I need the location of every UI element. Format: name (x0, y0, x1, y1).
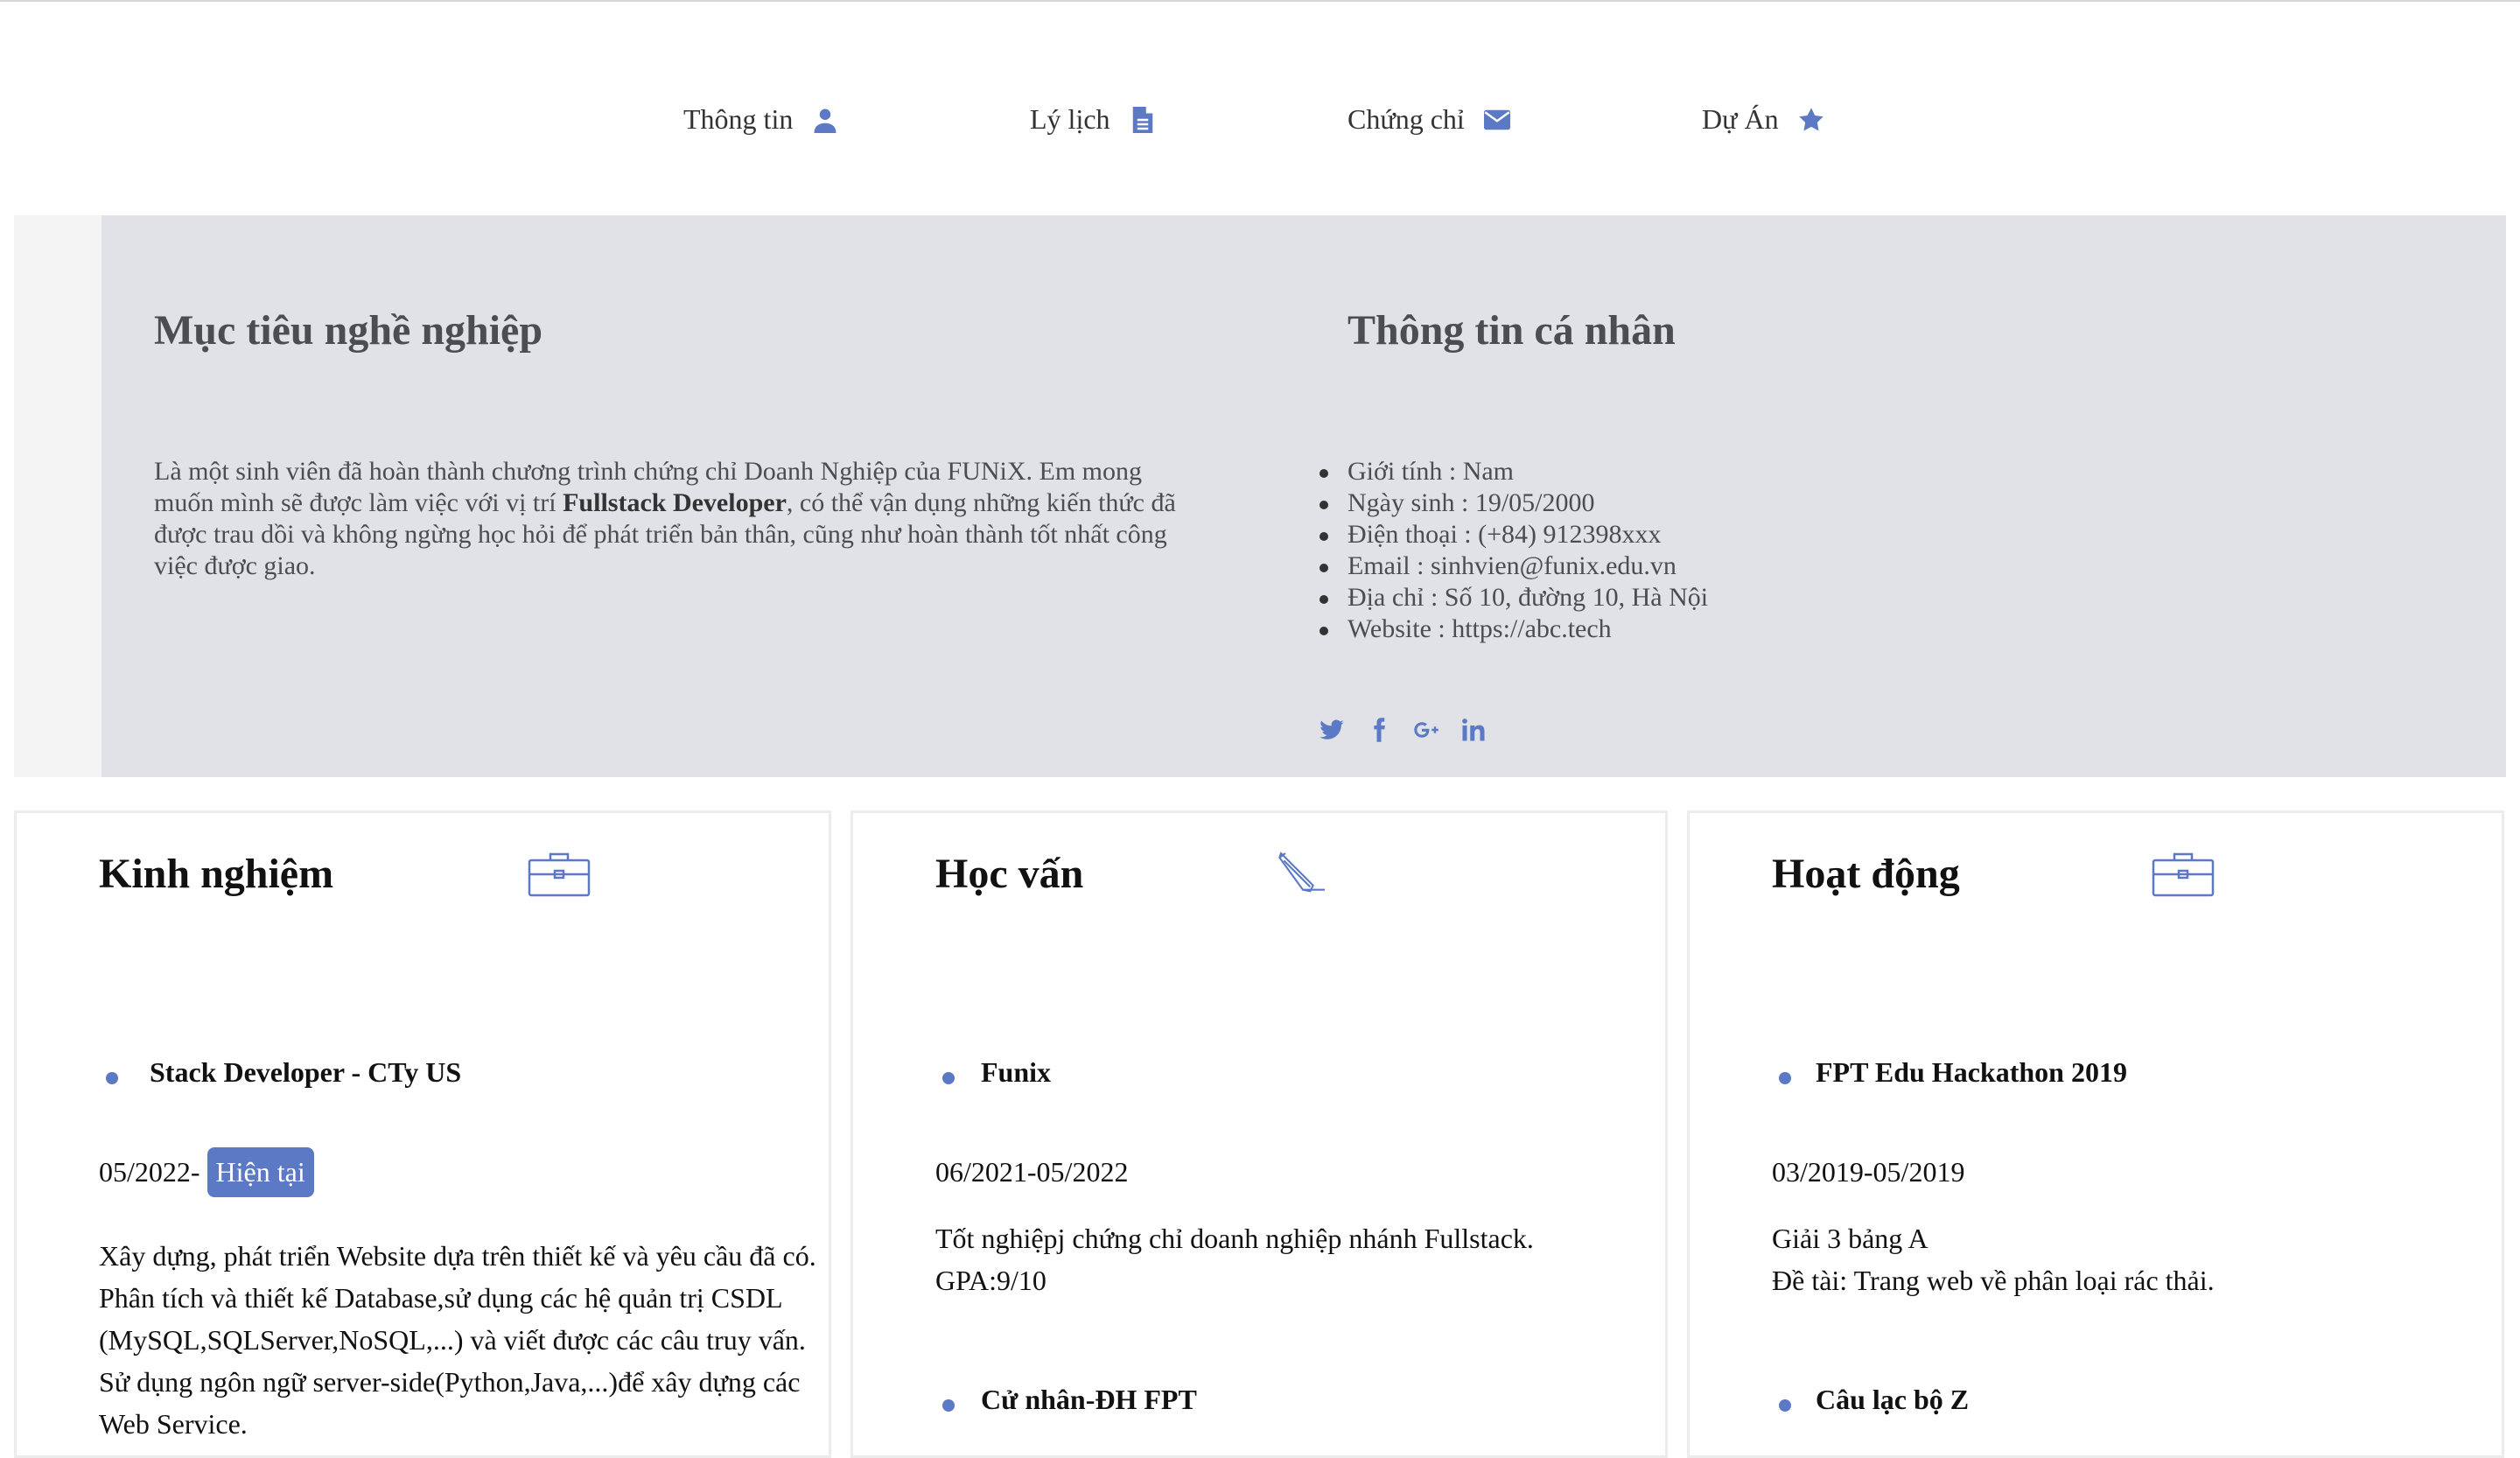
info-phone: Điện thoại : (+84) 912398xxx (1319, 519, 1708, 550)
social-links (1318, 716, 1488, 744)
nav-item-thong-tin[interactable]: Thông tin (683, 103, 838, 136)
experience-date-text: 05/2022- (99, 1156, 200, 1188)
nav-label: Chứng chỉ (1348, 103, 1465, 135)
document-icon (1132, 106, 1152, 133)
linkedin-icon[interactable] (1460, 716, 1488, 744)
activities-entry2-title: Câu lạc bộ Z (1816, 1384, 1970, 1415)
user-icon (814, 109, 836, 133)
objective-title: Mục tiêu nghề nghiệp (154, 307, 543, 354)
education-entry2-title: Cử nhân-ĐH FPT (981, 1384, 1197, 1415)
pencil-icon (1277, 846, 1329, 900)
activities-description: Giải 3 bảng A Đề tài: Trang web về phân … (1772, 1217, 2498, 1301)
list-bullet (106, 1072, 118, 1084)
education-entry-title: Funix (981, 1056, 1052, 1088)
objective-highlight: Fullstack Developer (563, 488, 787, 517)
briefcase-icon (2152, 848, 2215, 905)
activities-card: Hoạt động FPT Edu Hackathon 2019 03/2019… (1687, 810, 2504, 1458)
nav-item-ly-lich[interactable]: Lý lịch (1030, 103, 1156, 136)
nav-label: Thông tin (683, 103, 794, 135)
nav-label: Lý lịch (1030, 103, 1110, 135)
current-badge: Hiện tại (206, 1147, 314, 1197)
experience-title: Kinh nghiệm (99, 851, 334, 897)
activities-date: 03/2019-05/2019 (1772, 1156, 1965, 1188)
star-icon (1798, 107, 1824, 130)
info-website: Website : https://abc.tech (1319, 613, 1708, 645)
list-bullet (942, 1072, 955, 1084)
top-divider (0, 0, 2520, 2)
hero-left-strip (14, 215, 102, 777)
nav-item-du-an[interactable]: Dự Án (1702, 103, 1824, 136)
list-bullet (1779, 1399, 1791, 1412)
personal-info-list: Giới tính : Nam Ngày sinh : 19/05/2000 Đ… (1319, 456, 1709, 645)
facebook-icon[interactable] (1365, 716, 1393, 744)
experience-date: 05/2022- Hiện tại (99, 1147, 314, 1197)
google-plus-icon[interactable] (1412, 716, 1440, 744)
personal-info-title: Thông tin cá nhân (1348, 307, 1676, 354)
education-desc-line: Tốt nghiệpj chứng chỉ doanh nghiệp nhánh… (935, 1223, 1534, 1254)
activities-entry-title: FPT Edu Hackathon 2019 (1816, 1056, 2127, 1088)
objective-text: Là một sinh viên đã hoàn thành chương tr… (154, 456, 1186, 582)
info-birthdate: Ngày sinh : 19/05/2000 (1319, 487, 1708, 519)
nav-item-chung-chi[interactable]: Chứng chỉ (1348, 103, 1510, 136)
list-bullet (1779, 1072, 1791, 1084)
nav-label: Dự Án (1702, 103, 1779, 135)
experience-description: Xây dựng, phát triển Website dựa trên th… (99, 1240, 816, 1440)
education-description: Tốt nghiệpj chứng chỉ doanh nghiệp nhánh… (935, 1217, 1662, 1301)
experience-entry-title: Stack Developer - CTy US (150, 1056, 462, 1088)
envelope-icon (1483, 109, 1510, 130)
list-bullet (942, 1399, 955, 1412)
main-nav: Thông tin Lý lịch Chứng chỉ Dự Án (0, 103, 2520, 156)
education-title: Học vấn (935, 851, 1084, 897)
activities-desc-line: Đề tài: Trang web về phân loại rác thải. (1772, 1265, 2215, 1296)
briefcase-icon (528, 848, 591, 905)
experience-card: Kinh nghiệm Stack Developer - CTy US 05/… (14, 810, 831, 1458)
education-gpa: GPA:9/10 (935, 1265, 1046, 1296)
education-card: Học vấn Funix 06/2021-05/2022 Tốt nghiệp… (850, 810, 1668, 1458)
education-date: 06/2021-05/2022 (935, 1156, 1129, 1188)
activities-desc-line: Giải 3 bảng A (1772, 1223, 1928, 1254)
info-gender: Giới tính : Nam (1319, 456, 1708, 487)
info-email: Email : sinhvien@funix.edu.vn (1319, 550, 1708, 582)
activities-title: Hoạt động (1772, 851, 1960, 897)
twitter-icon[interactable] (1318, 716, 1346, 744)
info-address: Địa chỉ : Số 10, đường 10, Hà Nội (1319, 583, 1709, 612)
